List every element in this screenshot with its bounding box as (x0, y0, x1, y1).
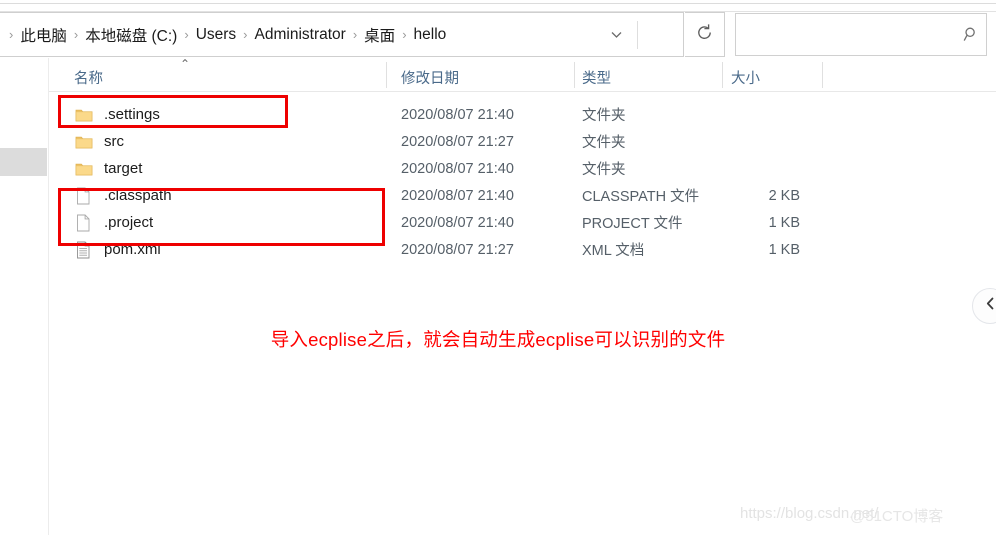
file-type-cell: 文件夹 (582, 108, 626, 124)
file-name-cell[interactable]: .project (74, 213, 153, 232)
breadcrumb-item-this-pc[interactable]: 此电脑 (20, 24, 67, 46)
file-date-cell: 2020/08/07 21:40 (401, 160, 514, 177)
file-type-cell: CLASSPATH 文件 (582, 189, 700, 205)
folder-icon (74, 159, 93, 178)
navigation-pane: H:) I:) (0, 58, 49, 535)
search-input[interactable] (736, 25, 956, 44)
breadcrumb-separator: › (184, 27, 189, 42)
file-name-cell[interactable]: .settings (74, 105, 160, 124)
table-row[interactable]: src 2020/08/07 21:27 文件夹 (49, 128, 996, 155)
nav-selected-item[interactable] (0, 148, 47, 176)
xml-document-icon (74, 240, 93, 259)
file-icon (74, 213, 93, 232)
watermark: https://blog.csdn.net/ @51CTO博客 (740, 505, 943, 525)
watermark-author: @51CTO博客 (850, 508, 944, 525)
file-type-cell: PROJECT 文件 (582, 216, 683, 232)
breadcrumb: › 此电脑 › 本地磁盘 (C:) › Users › Administrato… (0, 24, 446, 46)
table-row[interactable]: .classpath 2020/08/07 21:40 CLASSPATH 文件… (49, 182, 996, 209)
file-name-cell[interactable]: target (74, 159, 142, 178)
refresh-icon (695, 23, 714, 47)
breadcrumb-item-users[interactable]: Users (196, 26, 236, 44)
file-name-label: .project (104, 214, 154, 231)
column-header-date-modified[interactable]: 修改日期 (401, 67, 459, 88)
search-box[interactable] (735, 13, 987, 56)
chevron-left-icon (983, 296, 996, 316)
file-date-cell: 2020/08/07 21:40 (401, 106, 514, 123)
column-header-row (49, 58, 996, 92)
window-top-border (0, 3, 996, 4)
breadcrumb-separator: › (243, 27, 248, 42)
file-date-cell: 2020/08/07 21:27 (401, 133, 514, 150)
breadcrumb-separator: › (402, 27, 407, 42)
file-type-cell: 文件夹 (582, 135, 626, 151)
column-divider[interactable] (574, 62, 575, 88)
table-row[interactable]: .project 2020/08/07 21:40 PROJECT 文件 1 K… (49, 209, 996, 236)
breadcrumb-separator: › (9, 27, 14, 42)
file-name-label: .classpath (104, 187, 172, 204)
search-icon[interactable] (956, 26, 986, 43)
breadcrumb-separator: › (73, 27, 79, 42)
file-date-cell: 2020/08/07 21:40 (401, 214, 514, 231)
file-name-label: src (104, 133, 124, 150)
file-name-label: .settings (104, 106, 160, 123)
file-size-cell: 2 KB (768, 187, 800, 204)
sort-ascending-icon: ⌃ (180, 57, 191, 71)
file-size-cell: 1 KB (768, 214, 800, 231)
file-name-label: pom.xml (104, 241, 161, 258)
breadcrumb-bar[interactable]: › 此电脑 › 本地磁盘 (C:) › Users › Administrato… (0, 12, 684, 57)
column-header-name[interactable]: 名称 (74, 67, 103, 88)
breadcrumb-item-administrator[interactable]: Administrator (255, 26, 346, 44)
column-header-size[interactable]: 大小 (731, 67, 760, 88)
file-name-cell[interactable]: pom.xml (74, 240, 161, 259)
breadcrumb-separator: › (352, 27, 358, 42)
chevron-down-icon[interactable] (596, 13, 636, 56)
file-list: .settings 2020/08/07 21:40 文件夹 src 2020/… (49, 92, 996, 535)
file-name-label: target (104, 160, 143, 177)
column-divider[interactable] (822, 62, 823, 88)
file-date-cell: 2020/08/07 21:27 (401, 241, 514, 258)
table-row[interactable]: .settings 2020/08/07 21:40 文件夹 (49, 101, 996, 128)
column-divider[interactable] (722, 62, 723, 88)
folder-icon (74, 132, 93, 151)
breadcrumb-item-local-disk-c[interactable]: 本地磁盘 (C:) (85, 24, 177, 46)
breadcrumb-item-desktop[interactable]: 桌面 (364, 24, 395, 46)
breadcrumb-item-hello[interactable]: hello (414, 26, 447, 44)
column-header-type[interactable]: 类型 (582, 67, 611, 88)
file-name-cell[interactable]: .classpath (74, 186, 172, 205)
address-bar-divider (637, 21, 638, 49)
file-name-cell[interactable]: src (74, 132, 124, 151)
file-type-cell: XML 文档 (582, 243, 645, 259)
table-row[interactable]: target 2020/08/07 21:40 文件夹 (49, 155, 996, 182)
file-date-cell: 2020/08/07 21:40 (401, 187, 514, 204)
refresh-button[interactable] (685, 12, 725, 57)
file-icon (74, 186, 93, 205)
folder-icon (74, 105, 93, 124)
table-row[interactable]: pom.xml 2020/08/07 21:27 XML 文档 1 KB (49, 236, 996, 263)
column-divider[interactable] (386, 62, 387, 88)
annotation-text: 导入ecplise之后，就会自动生成ecplise可以识别的文件 (270, 329, 726, 350)
file-size-cell: 1 KB (768, 241, 800, 258)
address-bar: › 此电脑 › 本地磁盘 (C:) › Users › Administrato… (0, 12, 996, 57)
file-type-cell: 文件夹 (582, 162, 626, 178)
